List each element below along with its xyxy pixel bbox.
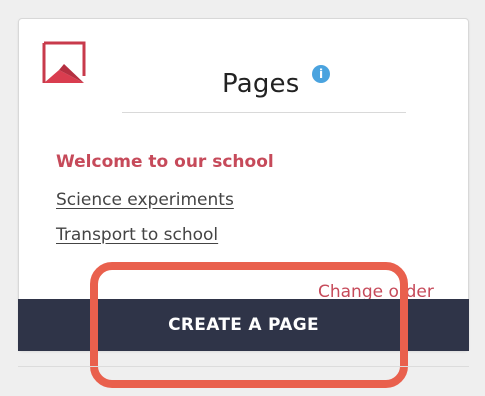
- page-link-transport-to-school[interactable]: Transport to school: [56, 225, 218, 245]
- page-link-welcome[interactable]: Welcome to our school: [56, 152, 274, 172]
- page-link-science-experiments[interactable]: Science experiments: [56, 190, 234, 210]
- highlight-rectangle: [90, 262, 408, 388]
- school-logo-icon: [39, 39, 95, 91]
- info-icon[interactable]: i: [312, 65, 330, 83]
- panel-title-wrap: Pages i: [122, 57, 406, 113]
- panel-title: Pages: [222, 69, 300, 99]
- stage: Pages i Welcome to our school Science ex…: [0, 0, 485, 396]
- bottom-divider: [18, 366, 469, 367]
